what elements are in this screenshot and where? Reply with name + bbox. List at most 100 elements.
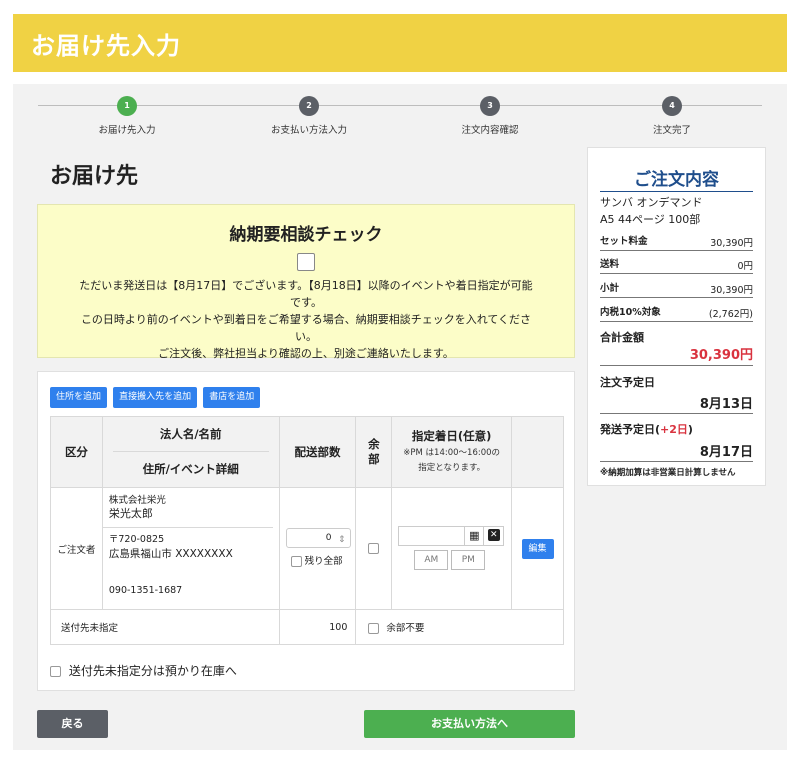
- summary-note: ※納期加算は非営業日計算しません: [600, 468, 736, 478]
- header-date: 指定着日(任意) ※PM は14:00〜16:00の 指定となります。: [391, 416, 513, 488]
- step-1-number: 1: [117, 96, 137, 116]
- notice-text: ただいま発送日は【8月17日】でございます。【8月18日】以降のイベントや着日指…: [74, 277, 538, 362]
- delivery-consult-notice: 納期要相談チェック ただいま発送日は【8月17日】でございます。【8月18日】以…: [37, 204, 575, 360]
- step-3-number: 3: [480, 96, 500, 116]
- clear-date-button[interactable]: ✕: [484, 526, 505, 546]
- order-summary: ご注文内容 サンバ オンデマンド A5 44ページ 100部 セット料金 30,…: [587, 147, 766, 486]
- am-button[interactable]: AM: [414, 550, 449, 570]
- row1-company: 株式会社栄光: [108, 495, 166, 506]
- row1-action-cell: 編集: [511, 487, 564, 610]
- shipping-value: 0円: [737, 261, 753, 272]
- notice-title: 納期要相談チェック: [229, 225, 383, 245]
- surplus-checkbox[interactable]: [368, 542, 380, 554]
- stock-checkbox[interactable]: [50, 666, 61, 677]
- remaining-all-option[interactable]: 残り全部: [290, 553, 343, 567]
- row1-zip: 〒720-0825: [108, 534, 165, 545]
- notice-line-3: ご注文後、弊社担当より確認の上、別途ご連絡いたします。: [158, 347, 454, 360]
- header-address: 住所/イベント詳細: [142, 462, 239, 476]
- remaining-all-label: 残り全部: [304, 556, 343, 567]
- row2-category: 送付先未指定: [50, 609, 280, 645]
- ship-date-label: 発送予定日: [600, 423, 655, 436]
- step-2-label: お支払い方法入力: [270, 125, 347, 136]
- row1-category: ご注文者: [50, 487, 103, 610]
- row1-phone: 090-1351-1687: [108, 585, 183, 596]
- step-4: 4 注文完了: [602, 96, 742, 136]
- no-surplus-label: 余部不要: [386, 623, 425, 634]
- step-4-number: 4: [662, 96, 682, 116]
- next-payment-button[interactable]: お支払い方法へ: [364, 710, 575, 738]
- total-value: 30,390円: [689, 348, 753, 363]
- header-date-note-2: 指定となります。: [418, 463, 486, 473]
- set-price-value: 30,390円: [710, 238, 753, 249]
- qty-value: 0: [325, 533, 332, 543]
- header-date-note-1: ※PM は14:00〜16:00の: [403, 448, 501, 458]
- order-date-value: 8月13日: [699, 397, 753, 412]
- header-surplus-text: 余部: [368, 437, 380, 466]
- no-surplus-checkbox[interactable]: [368, 623, 380, 634]
- shipping-label: 送料: [600, 259, 620, 270]
- row1-person-name: 栄光太郎: [102, 507, 273, 528]
- row2-surplus-option[interactable]: 余部不要: [355, 609, 564, 645]
- row1-name-address: 株式会社栄光 栄光太郎 〒720-0825 広島県福山市 XXXXXXXX 09…: [101, 487, 280, 610]
- ship-date-add: +2日: [660, 423, 688, 436]
- stock-label: 送付先未指定分は預かり在庫へ: [68, 664, 237, 678]
- header-category: 区分: [50, 416, 103, 488]
- summary-spec: A5 44ページ 100部: [600, 213, 701, 226]
- row2-qty: 100: [278, 609, 357, 645]
- table-row: 送付先未指定 100 余部不要: [50, 609, 564, 645]
- stepper-arrows-icon[interactable]: ⇕: [338, 531, 346, 549]
- edit-button[interactable]: 編集: [521, 538, 554, 559]
- ship-date-value: 8月17日: [699, 445, 753, 460]
- total-label: 合計金額: [600, 331, 644, 344]
- qty-stepper[interactable]: 0 ⇕: [285, 528, 351, 549]
- pm-button[interactable]: PM: [451, 550, 486, 570]
- row1-address: 広島県福山市 XXXXXXXX: [108, 548, 233, 560]
- step-1-label: お届け先入力: [98, 125, 156, 136]
- close-icon: ✕: [487, 529, 500, 541]
- remaining-all-checkbox[interactable]: [290, 556, 302, 567]
- subtotal-label: 小計: [600, 283, 620, 294]
- summary-subtotal-row: 小計 30,390円: [600, 276, 753, 298]
- add-address-button[interactable]: 住所を追加: [50, 387, 108, 408]
- summary-product: サンバ オンデマンド: [600, 196, 703, 209]
- summary-set-price-row: セット料金 30,390円: [600, 229, 753, 251]
- page-header: お届け先入力: [13, 14, 787, 72]
- stock-option[interactable]: 送付先未指定分は預かり在庫へ: [50, 662, 237, 679]
- row1-surplus-cell: [355, 487, 393, 610]
- notice-line-1: ただいま発送日は【8月17日】でございます。【8月18日】以降のイベントや着日指…: [79, 279, 533, 309]
- header-actions: [511, 416, 564, 488]
- row1-qty-cell: 0 ⇕ 残り全部: [278, 487, 357, 610]
- add-store-button[interactable]: 書店を追加: [203, 387, 261, 408]
- section-title: お届け先: [50, 164, 139, 189]
- summary-tax-row: 内税10%対象 (2,762円): [600, 300, 753, 322]
- add-direct-delivery-button[interactable]: 直接搬入先を追加: [113, 387, 198, 408]
- calendar-icon[interactable]: ▦: [464, 526, 485, 546]
- tax-label: 内税10%対象: [600, 307, 661, 318]
- header-name: 法人名/名前: [112, 417, 269, 452]
- page-header-title: お届け先入力: [31, 32, 181, 60]
- tax-value: (2,762円): [708, 309, 753, 320]
- order-date-label: 注文予定日: [600, 376, 655, 389]
- summary-divider: [600, 461, 753, 462]
- summary-shipping-row: 送料 0円: [600, 252, 753, 274]
- table-row: ご注文者 株式会社栄光 栄光太郎 〒720-0825 広島県福山市 XXXXXX…: [50, 487, 564, 610]
- step-4-label: 注文完了: [652, 125, 691, 136]
- step-3: 3 注文内容確認: [420, 96, 560, 136]
- header-surplus: 余部: [355, 416, 393, 488]
- header-qty: 配送部数: [278, 416, 357, 488]
- header-date-title: 指定着日(任意): [411, 429, 492, 443]
- summary-divider: [600, 413, 753, 414]
- subtotal-value: 30,390円: [710, 285, 753, 296]
- step-2: 2 お支払い方法入力: [239, 96, 379, 136]
- delivery-date-input[interactable]: [398, 526, 465, 546]
- summary-divider: [600, 365, 753, 366]
- row1-date-cell: ▦ ✕ AM PM: [391, 487, 513, 610]
- ship-date-label-group: 発送予定日(+2日): [600, 423, 693, 436]
- notice-line-2: この日時より前のイベントや到着日をご希望する場合、納期要相談チェックを入れてくだ…: [80, 313, 532, 343]
- back-button[interactable]: 戻る: [37, 710, 108, 738]
- table-header-row: 区分 法人名/名前 住所/イベント詳細 配送部数 余部 指定着日(任意) ※PM…: [50, 416, 564, 488]
- step-1: 1 お届け先入力: [57, 96, 197, 136]
- set-price-label: セット料金: [600, 236, 648, 247]
- step-3-label: 注文内容確認: [461, 125, 519, 136]
- delivery-consult-checkbox[interactable]: [297, 253, 315, 271]
